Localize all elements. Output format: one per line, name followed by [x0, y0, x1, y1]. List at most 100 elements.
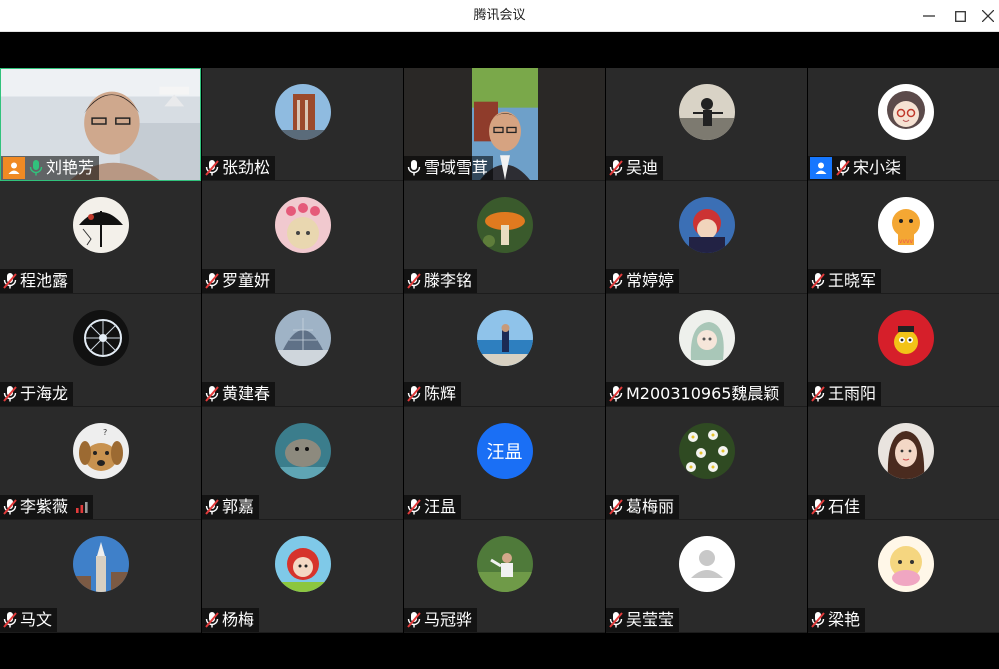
avatar	[476, 536, 533, 592]
participant-tile[interactable]: 石佳	[808, 407, 999, 520]
participant-name: 吴莹莹	[626, 610, 675, 629]
mic-muted-icon	[609, 160, 623, 176]
mic-status	[204, 272, 220, 290]
participant-name-tag: 雪域雪茸	[404, 156, 494, 180]
participant-name-tag: 马冠骅	[404, 608, 478, 632]
participant-tile[interactable]: 程池露	[0, 181, 201, 294]
avatar	[72, 536, 129, 592]
svg-text:vvvv: vvvv	[898, 238, 913, 245]
avatar	[678, 310, 735, 366]
participant-name-tag: 程池露	[0, 269, 74, 293]
maximize-icon	[954, 10, 966, 22]
participant-tile[interactable]: 郭嘉	[202, 407, 403, 520]
participant-name: 程池露	[20, 271, 69, 290]
avatar	[678, 423, 735, 479]
close-button[interactable]	[972, 0, 999, 32]
mic-muted-icon	[811, 499, 825, 515]
participant-tile[interactable]: 于海龙	[0, 294, 201, 407]
participant-tile[interactable]: 汪昷 汪昷	[404, 407, 605, 520]
participant-tile[interactable]: 宋小柒	[808, 68, 999, 181]
person-icon	[815, 162, 827, 174]
participant-name-tag: 于海龙	[0, 382, 74, 406]
participant-tile[interactable]: 马文	[0, 520, 201, 633]
avatar	[678, 84, 735, 140]
mic-muted-icon	[205, 160, 219, 176]
participant-tile[interactable]: 杨梅	[202, 520, 403, 633]
participant-tile[interactable]: 黄建春	[202, 294, 403, 407]
participant-tile[interactable]: 吴莹莹	[606, 520, 807, 633]
avatar-initials: 汪昷	[476, 423, 533, 479]
mic-status	[204, 611, 220, 629]
mic-status	[608, 272, 624, 290]
participant-name: 葛梅丽	[626, 497, 675, 516]
participant-tile[interactable]: vvvv 王晓军	[808, 181, 999, 294]
mic-muted-icon	[205, 612, 219, 628]
mic-status	[2, 498, 18, 516]
participant-tile[interactable]: 滕李铭	[404, 181, 605, 294]
participant-name: 于海龙	[20, 384, 69, 403]
participant-tile[interactable]: ? 李紫薇	[0, 407, 201, 520]
participant-tile[interactable]: 陈辉	[404, 294, 605, 407]
participant-tile[interactable]: 常婷婷	[606, 181, 807, 294]
svg-text:?: ?	[103, 428, 107, 437]
avatar	[476, 197, 533, 253]
participant-name-tag: 吴迪	[606, 156, 664, 180]
participant-name: 刘艳芳	[46, 158, 95, 177]
participant-name-tag: 王晓军	[808, 269, 882, 293]
mic-muted-icon	[811, 386, 825, 402]
mic-status	[810, 385, 826, 403]
participant-name-tag: 杨梅	[202, 608, 260, 632]
participant-name: 吴迪	[626, 158, 659, 177]
participant-name: 马冠骅	[424, 610, 473, 629]
network-signal	[76, 501, 88, 513]
avatar	[72, 197, 129, 253]
participant-name: 杨梅	[222, 610, 255, 629]
mic-status	[204, 498, 220, 516]
mic-muted-icon	[811, 612, 825, 628]
participant-name-tag: 常婷婷	[606, 269, 680, 293]
participant-name-tag: 吴莹莹	[606, 608, 680, 632]
participant-name-tag: 汪昷	[404, 495, 462, 519]
title-bar: 腾讯会议	[0, 0, 999, 32]
participant-tile[interactable]: 王雨阳	[808, 294, 999, 407]
avatar	[877, 423, 934, 479]
participant-name: 罗童妍	[222, 271, 271, 290]
minimize-button[interactable]	[913, 0, 945, 32]
mic-muted-icon	[811, 273, 825, 289]
avatar	[476, 310, 533, 366]
mic-status	[406, 611, 422, 629]
participant-name-tag: 马文	[0, 608, 58, 632]
participant-tile[interactable]: 罗童妍	[202, 181, 403, 294]
participant-tile[interactable]: 马冠骅	[404, 520, 605, 633]
cohost-badge-icon	[810, 157, 832, 179]
participant-tile[interactable]: 刘艳芳	[0, 68, 201, 181]
participant-tile[interactable]: 雪域雪茸	[404, 68, 605, 181]
mic-muted-icon	[3, 612, 17, 628]
mic-status	[608, 385, 624, 403]
participant-tile[interactable]: 张劲松	[202, 68, 403, 181]
avatar	[274, 423, 331, 479]
participant-name: 梁艳	[828, 610, 861, 629]
mic-status	[2, 385, 18, 403]
mic-status	[406, 498, 422, 516]
mic-icon	[29, 160, 43, 176]
participant-name-tag: 陈辉	[404, 382, 462, 406]
participant-name-tag: 葛梅丽	[606, 495, 680, 519]
mic-status	[2, 611, 18, 629]
mic-muted-icon	[205, 499, 219, 515]
participant-name: 郭嘉	[222, 497, 255, 516]
participant-tile[interactable]: 葛梅丽	[606, 407, 807, 520]
participant-tile[interactable]: M200310965魏晨颖	[606, 294, 807, 407]
avatar	[274, 197, 331, 253]
participant-tile[interactable]: 梁艳	[808, 520, 999, 633]
mic-status	[608, 611, 624, 629]
participant-name: 黄建春	[222, 384, 271, 403]
person-icon	[8, 162, 20, 174]
mic-icon	[407, 160, 421, 176]
participant-tile[interactable]: 吴迪	[606, 68, 807, 181]
minimize-icon	[923, 15, 935, 17]
avatar	[274, 310, 331, 366]
signal-strength-icon	[76, 502, 88, 513]
participant-name: 陈辉	[424, 384, 457, 403]
mic-muted-icon	[3, 273, 17, 289]
